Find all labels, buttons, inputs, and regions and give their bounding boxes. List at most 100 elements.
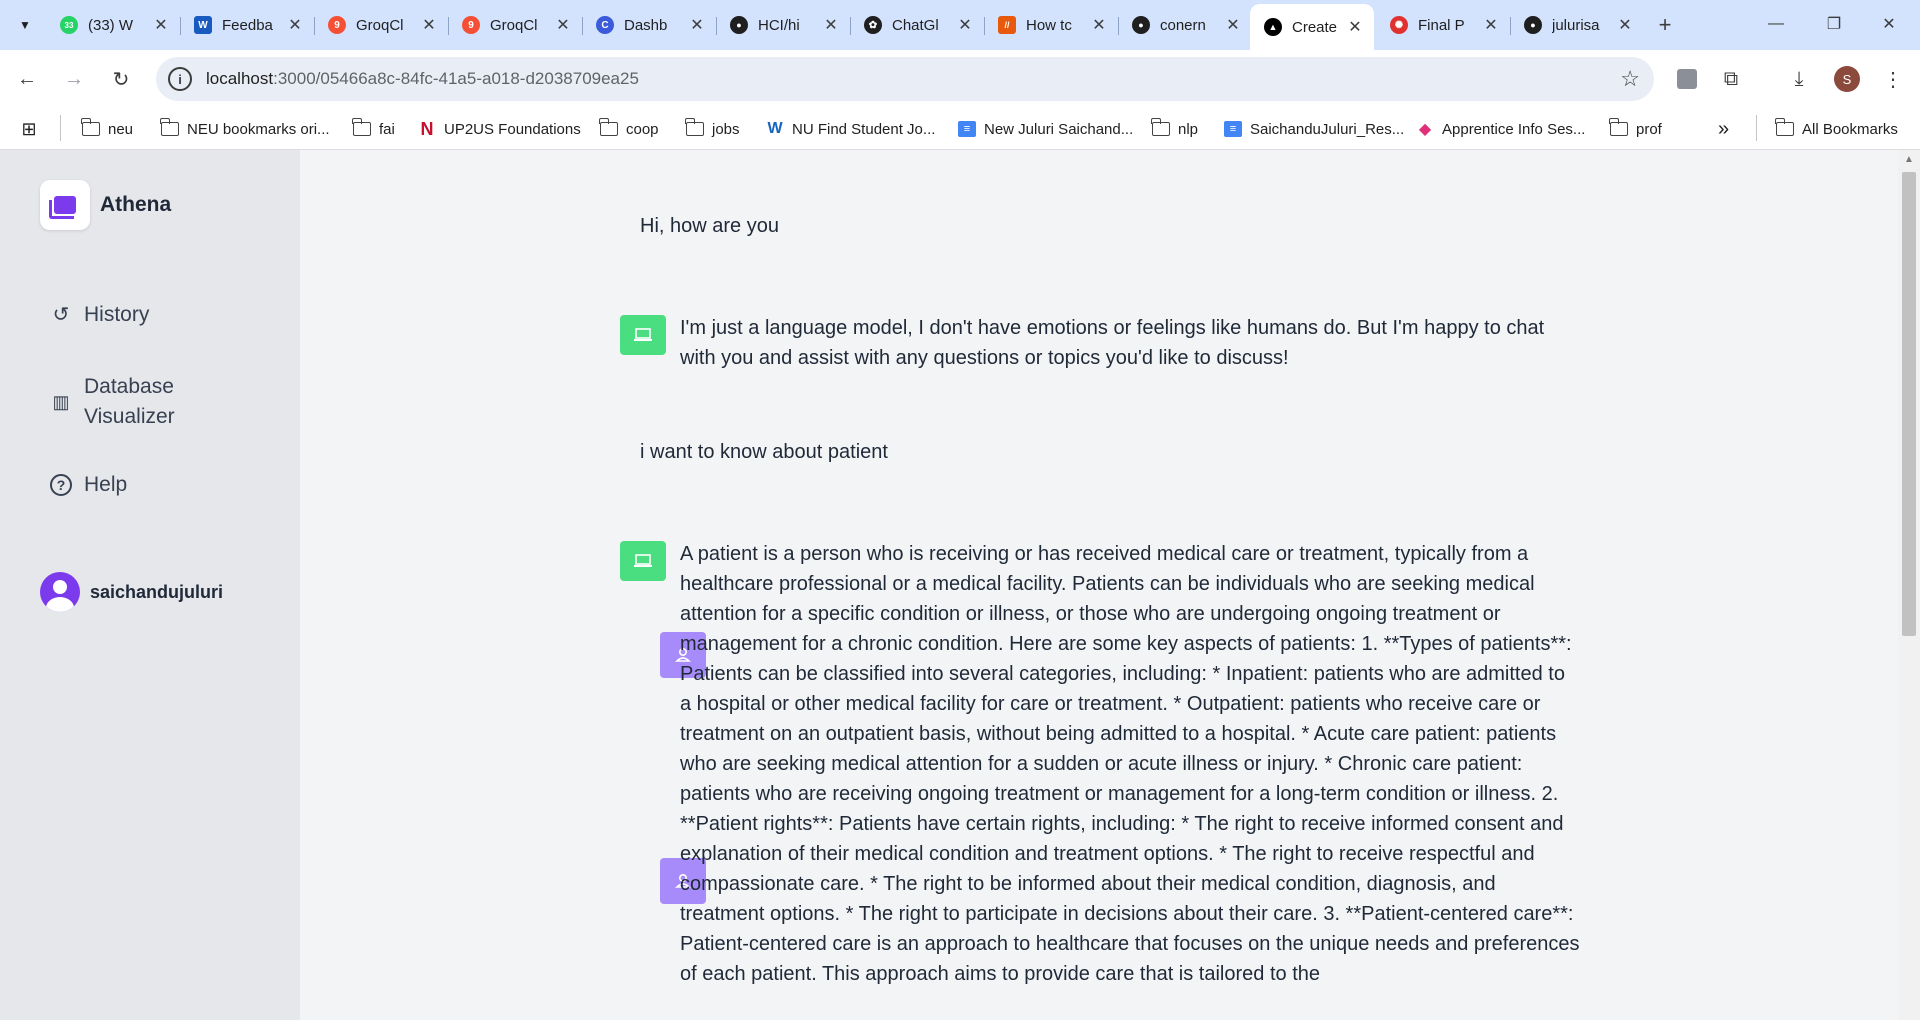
tab-groqcloud-1[interactable]: 9 GroqCl ✕ [314,6,449,44]
downloads-button[interactable]: ⤓ [1782,62,1816,96]
close-icon[interactable]: ✕ [1480,14,1502,36]
bookmark-nlp[interactable]: nlp [1151,116,1198,142]
message-text: I'm just a language model, I don't have … [680,317,1545,369]
tab-search-button[interactable]: ▼ [10,10,40,40]
forward-button[interactable]: → [56,61,92,97]
close-icon[interactable]: ✕ [418,14,440,36]
avatar [40,572,80,612]
tab-create-active[interactable]: ▲ Create ✕ [1250,4,1374,50]
site-info-icon[interactable]: i [168,67,192,91]
tab-juluri-github[interactable]: ● julurisa ✕ [1510,6,1644,44]
nav-item-history[interactable]: ↺ History [48,300,150,330]
slashes-icon: // [998,16,1016,34]
tab-dashboard[interactable]: C Dashb ✕ [582,6,717,44]
extensions-button[interactable]: ⧉ [1714,62,1748,96]
close-icon[interactable]: ✕ [1222,14,1244,36]
folder-icon [1609,118,1628,137]
all-bookmarks-button[interactable]: All Bookmarks [1775,116,1898,142]
tab-groqcloud-2[interactable]: 9 GroqCl ✕ [448,6,583,44]
bookmark-label: Apprentice Info Ses... [1442,120,1586,138]
extension-app-icon [1677,69,1697,89]
message-user: Hi, how are you [620,210,779,678]
minimize-icon: — [1768,15,1784,32]
bookmark-new-juluri[interactable]: ≡ New Juluri Saichand... [958,116,1133,142]
menu-button[interactable]: ⋮ [1876,62,1910,96]
close-icon[interactable]: ✕ [1344,16,1366,38]
bookmark-star-icon[interactable]: ☆ [1620,67,1640,91]
nav-label: Database Visualizer [84,375,175,428]
github-icon: ● [1132,16,1150,34]
doc-icon: ≡ [1224,121,1242,137]
message-bot: I'm just a language model, I don't have … [620,315,1580,373]
tab-feedback[interactable]: W Feedba ✕ [180,6,315,44]
scrollbar-thumb[interactable] [1902,172,1916,636]
close-icon[interactable]: ✕ [954,14,976,36]
whatsapp-icon: 33 [60,16,78,34]
bookmark-apprentice[interactable]: ◆ Apprentice Info Ses... [1416,116,1586,142]
user-profile[interactable]: saichandujuluri [40,572,223,612]
folder-icon [1151,118,1170,137]
bookmark-label: coop [626,120,659,138]
bot-avatar-icon [620,315,666,355]
address-bar[interactable]: i localhost:3000/05466a8c-84fc-41a5-a018… [156,57,1654,101]
tab-chatgpt[interactable]: ✿ ChatGl ✕ [850,6,985,44]
tab-hci-github[interactable]: ● HCI/hi ✕ [716,6,851,44]
url-text[interactable]: localhost:3000/05466a8c-84fc-41a5-a018-d… [206,69,639,89]
bookmark-coop[interactable]: coop [599,116,659,142]
bookmark-neu[interactable]: neu [81,116,134,142]
nav-item-database-visualizer[interactable]: ▥ Database Visualizer [48,372,194,432]
page-scrollbar[interactable]: ▲ [1898,150,1920,1020]
new-tab-button[interactable]: + [1650,10,1680,40]
close-icon[interactable]: ✕ [150,14,172,36]
close-icon[interactable]: ✕ [1088,14,1110,36]
vercel-icon: ▲ [1264,18,1282,36]
bookmark-fai[interactable]: fai [352,116,395,142]
tab-label: Final P [1418,16,1465,34]
nav-item-help[interactable]: ? Help [48,470,127,500]
groq-icon: 9 [462,16,480,34]
close-icon[interactable]: ✕ [552,14,574,36]
doc-icon: ≡ [958,121,976,137]
close-icon[interactable]: ✕ [686,14,708,36]
extension-button[interactable] [1670,62,1704,96]
close-icon[interactable]: ✕ [284,14,306,36]
tab-whatsapp[interactable]: 33 (33) W ✕ [46,6,181,44]
bookmark-label: neu [108,120,134,138]
close-icon[interactable]: ✕ [820,14,842,36]
close-window-button[interactable]: ✕ [1866,8,1912,40]
puzzle-icon: ⧉ [1723,67,1739,90]
bookmark-resume[interactable]: ≡ SaichanduJuluri_Res... [1224,116,1404,142]
reload-button[interactable]: ↻ [103,61,139,97]
url-path: :3000/05466a8c-84fc-41a5-a018-d2038709ea… [273,69,639,88]
tab-label: Dashb [624,16,668,34]
scroll-up-icon[interactable]: ▲ [1898,154,1920,168]
dashboard-icon: C [596,16,614,34]
bookmarks-divider [1756,115,1757,141]
bookmark-jobs[interactable]: jobs [685,116,740,142]
bookmark-nu-find-jobs[interactable]: W NU Find Student Jo... [766,116,935,142]
bookmark-label: prof [1636,120,1662,138]
github-icon: ● [1524,16,1542,34]
arrow-right-icon: → [64,67,84,90]
bookmarks-divider [60,115,61,141]
profile-avatar[interactable]: S [1834,66,1860,92]
chart-icon: ▥ [52,392,70,412]
apps-button[interactable]: ⊞ [20,116,46,142]
app-logo[interactable] [40,180,90,230]
tab-final-project[interactable]: ✺ Final P ✕ [1376,6,1511,44]
back-button[interactable]: ← [9,61,45,97]
minimize-button[interactable]: — [1753,8,1799,40]
close-icon[interactable]: ✕ [1614,14,1636,36]
tab-concern-github[interactable]: ● conern ✕ [1118,6,1252,44]
bookmark-up2us[interactable]: N UP2US Foundations [418,116,581,142]
tab-label: HCI/hi [758,16,800,34]
tab-how-to[interactable]: // How tc ✕ [984,6,1119,44]
more-bookmarks-button[interactable]: » [1718,116,1729,142]
bookmark-neu-bookmarks[interactable]: NEU bookmarks ori... [160,116,330,142]
bookmark-prof[interactable]: prof [1609,116,1662,142]
url-host: localhost [206,69,274,88]
app-sidebar: Athena ↺ History ▥ Database Visualizer ?… [0,150,300,1020]
folder-icon [599,118,618,137]
restore-button[interactable]: ❐ [1811,8,1857,40]
bookmarks-bar: ⊞ neu NEU bookmarks ori... fai N UP2US Fo… [0,108,1920,150]
